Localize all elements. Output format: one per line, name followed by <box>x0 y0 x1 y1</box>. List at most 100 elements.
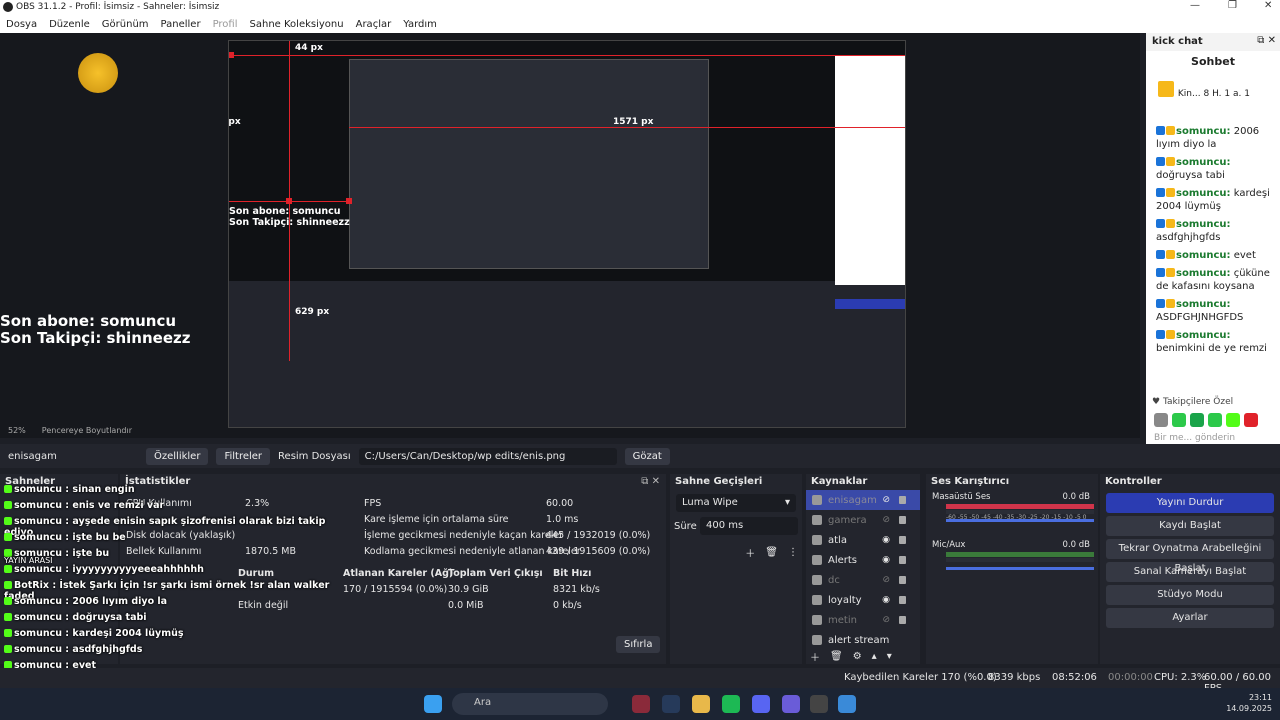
emote-icon[interactable] <box>1226 413 1240 427</box>
more-icon[interactable]: ⋮ <box>788 547 798 558</box>
chevron-down-icon: ▾ <box>784 497 790 508</box>
eye-icon[interactable]: ◉ <box>882 595 890 605</box>
transform-handle <box>286 198 292 204</box>
filters-button[interactable]: Filtreler <box>216 447 271 465</box>
volume-meter-peak <box>946 558 1094 562</box>
windows-start-icon[interactable] <box>424 695 442 713</box>
studio-mode-button[interactable]: Stüdyo Modu <box>1106 585 1274 605</box>
source-item[interactable]: atla ◉ <box>806 530 920 550</box>
chat-user[interactable]: somuncu: <box>1176 250 1231 261</box>
eye-hidden-icon[interactable]: ⊘ <box>882 615 890 625</box>
lock-icon[interactable] <box>899 496 906 504</box>
gift-badge-icon <box>1166 330 1175 339</box>
maximize-icon[interactable]: ❐ <box>1228 0 1237 11</box>
start-replay-buffer-button[interactable]: Tekrar Oynatma Arabelleğini Başlat <box>1106 539 1274 574</box>
sources-dock: Kaynaklar enisagam ⊘ gamera ⊘ atla ◉ Alerts… <box>806 474 920 664</box>
app-icon[interactable] <box>782 695 800 713</box>
taskbar-search[interactable]: Ara <box>452 693 608 715</box>
duration-input[interactable]: 400 ms <box>700 517 798 535</box>
eye-icon[interactable]: ◉ <box>882 535 890 545</box>
obs-taskbar-icon[interactable] <box>810 695 828 713</box>
globe-icon <box>812 555 822 565</box>
eye-hidden-icon[interactable]: ⊘ <box>882 495 890 505</box>
preview-canvas[interactable]: Son abone: somuncu Son Takipçi: shinneez… <box>0 33 1140 438</box>
eye-icon[interactable]: ◉ <box>882 555 890 565</box>
menu-file[interactable]: Dosya <box>6 19 37 30</box>
spotify-icon[interactable] <box>722 695 740 713</box>
close-icon[interactable]: ✕ <box>1264 0 1272 11</box>
source-item[interactable]: metin ⊘ <box>806 610 920 630</box>
emote-icon[interactable] <box>1154 413 1168 427</box>
chat-text: evet <box>1233 250 1256 261</box>
volume-slider[interactable] <box>946 567 1094 570</box>
chat-user[interactable]: somuncu: <box>1176 268 1231 279</box>
settings-button[interactable]: Ayarlar <box>1106 608 1274 628</box>
eye-hidden-icon[interactable]: ⊘ <box>882 575 890 585</box>
emote-icon[interactable] <box>1190 413 1204 427</box>
image-path-field[interactable]: C:/Users/Can/Desktop/wp edits/enis.png <box>358 447 617 465</box>
chat-user[interactable]: somuncu: <box>1176 330 1231 341</box>
transition-select[interactable]: Luma Wipe ▾ <box>676 494 796 512</box>
menu-docks[interactable]: Paneller <box>161 19 201 30</box>
minimize-icon[interactable]: — <box>1190 0 1200 11</box>
menu-edit[interactable]: Düzenle <box>49 19 90 30</box>
menu-view[interactable]: Görünüm <box>102 19 149 30</box>
trash-icon[interactable]: 🗑 <box>765 547 778 558</box>
stop-stream-button[interactable]: Yayını Durdur <box>1106 493 1274 513</box>
chat-user[interactable]: somuncu: <box>1176 299 1231 310</box>
emote-icon[interactable] <box>1244 413 1258 427</box>
opera-icon[interactable] <box>632 695 650 713</box>
chat-user[interactable]: somuncu: <box>1176 157 1231 168</box>
dock-close-icon[interactable]: ⧉ ✕ <box>1257 35 1276 46</box>
chevron-up-icon[interactable]: ▴ <box>872 651 877 662</box>
browse-button[interactable]: Gözat <box>624 447 670 465</box>
chat-user[interactable]: somuncu: <box>1176 219 1231 230</box>
menu-profile[interactable]: Profil <box>213 19 238 30</box>
start-recording-button[interactable]: Kaydı Başlat <box>1106 516 1274 536</box>
steam-icon[interactable] <box>662 695 680 713</box>
emote-icon[interactable] <box>1172 413 1186 427</box>
fit-to-window[interactable]: Pencereye Boyutlandır <box>42 426 132 440</box>
lock-icon[interactable] <box>899 576 906 584</box>
nested-overlay-follower: Son Takipçi: shinneezz <box>229 217 350 228</box>
discord-icon[interactable] <box>752 695 770 713</box>
add-icon[interactable]: ＋ <box>745 545 755 560</box>
gear-icon[interactable]: ⚙ <box>853 651 862 662</box>
emote-icon[interactable] <box>1208 413 1222 427</box>
dock-close-icon[interactable]: ⧉ ✕ <box>641 476 660 487</box>
chat-user[interactable]: somuncu: <box>1176 188 1231 199</box>
start-virtual-camera-button[interactable]: Sanal Kamerayı Başlat <box>1106 562 1274 582</box>
gifter-name: Kin... <box>1177 89 1201 99</box>
trash-icon[interactable]: 🗑 <box>830 651 843 662</box>
sub-badge-icon <box>1156 268 1165 277</box>
window-icon <box>812 575 822 585</box>
lock-icon[interactable] <box>899 516 906 524</box>
volume-slider[interactable] <box>946 519 1094 522</box>
reset-button[interactable]: Sıfırla <box>616 636 661 653</box>
chat-user[interactable]: somuncu: <box>1176 126 1231 137</box>
menu-tools[interactable]: Araçlar <box>356 19 392 30</box>
source-item[interactable]: Alerts ◉ <box>806 550 920 570</box>
lock-icon[interactable] <box>899 556 906 564</box>
lock-icon[interactable] <box>899 536 906 544</box>
source-toolbar: enisagam Özellikler Filtreler Resim Dosy… <box>0 444 1280 468</box>
lock-icon[interactable] <box>899 616 906 624</box>
source-item[interactable]: loyalty ◉ <box>806 590 920 610</box>
zoom-level[interactable]: 52% <box>8 426 26 440</box>
eye-hidden-icon[interactable]: ⊘ <box>882 515 890 525</box>
lock-icon[interactable] <box>899 596 906 604</box>
app-icon[interactable] <box>838 695 856 713</box>
source-item[interactable]: dc ⊘ <box>806 570 920 590</box>
source-item[interactable]: enisagam ⊘ <box>806 490 920 510</box>
gift-badge-icon <box>1166 268 1175 277</box>
menu-help[interactable]: Yardım <box>403 19 437 30</box>
menu-scene-collection[interactable]: Sahne Koleksiyonu <box>250 19 344 30</box>
guide-line <box>349 127 905 128</box>
chevron-down-icon[interactable]: ▾ <box>887 651 892 662</box>
source-item[interactable]: gamera ⊘ <box>806 510 920 530</box>
folder-icon[interactable] <box>692 695 710 713</box>
chat-top-gifters: Kin... 8 H. 1 a. 1 <box>1158 81 1278 113</box>
properties-button[interactable]: Özellikler <box>146 447 209 465</box>
zoom-row: 52% Pencereye Boyutlandır <box>0 426 1140 440</box>
add-icon[interactable]: ＋ <box>810 649 820 664</box>
